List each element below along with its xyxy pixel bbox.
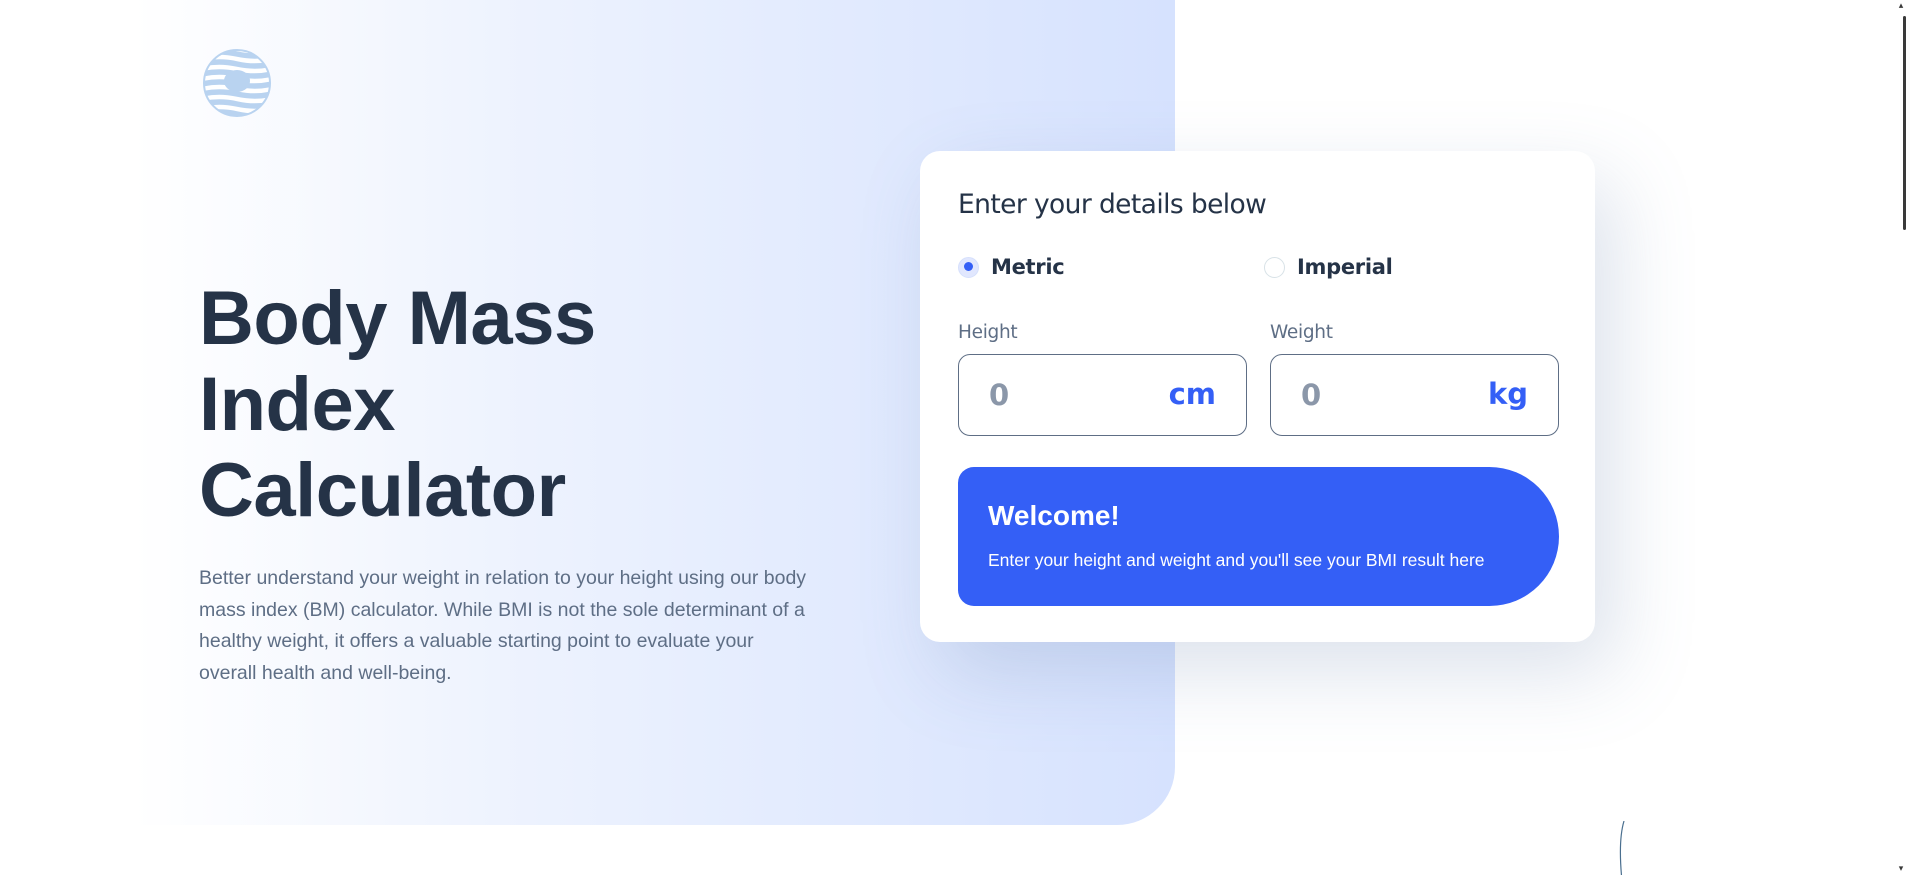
bmi-calculator-card: Enter your details below Metric Imperial…: [920, 151, 1595, 642]
weight-unit: kg: [1487, 377, 1528, 411]
imperial-radio-option[interactable]: Imperial: [1264, 255, 1393, 279]
height-unit: cm: [1168, 377, 1216, 411]
page: Body Mass Index Calculator Better understa…: [0, 0, 1906, 875]
weight-input[interactable]: [1301, 355, 1471, 434]
weight-label: Weight: [1270, 322, 1333, 343]
decorative-curve: [1619, 821, 1625, 875]
scroll-down-icon[interactable]: ▾: [1897, 865, 1905, 874]
scroll-up-icon[interactable]: ▴: [1897, 2, 1905, 11]
metric-radio-label: Metric: [991, 255, 1065, 279]
height-input[interactable]: [989, 355, 1159, 434]
weight-input-box[interactable]: kg: [1270, 354, 1559, 436]
metric-radio-button[interactable]: [958, 256, 979, 278]
form-title: Enter your details below: [958, 189, 1267, 220]
page-title: Body Mass Index Calculator: [199, 276, 719, 534]
imperial-radio-label: Imperial: [1297, 255, 1393, 279]
result-title: Welcome!: [988, 500, 1120, 531]
logo-icon: [203, 49, 271, 117]
weight-field: Weight kg: [1270, 322, 1559, 436]
scrollbar[interactable]: ▴ ▾: [1896, 0, 1906, 875]
result-text: Enter your height and weight and you'll …: [988, 550, 1485, 570]
title-line-3: Calculator: [199, 448, 566, 533]
title-line-2: Index: [199, 362, 396, 447]
height-field: Height cm: [958, 322, 1247, 436]
height-input-box[interactable]: cm: [958, 354, 1247, 436]
metric-radio-option[interactable]: Metric: [958, 255, 1065, 279]
imperial-radio-button[interactable]: [1264, 256, 1285, 278]
height-label: Height: [958, 322, 1018, 343]
title-line-1: Body Mass: [199, 276, 596, 361]
result-panel: Welcome! Enter your height and weight an…: [958, 467, 1559, 606]
hero-description: Better understand your weight in relatio…: [199, 567, 807, 684]
